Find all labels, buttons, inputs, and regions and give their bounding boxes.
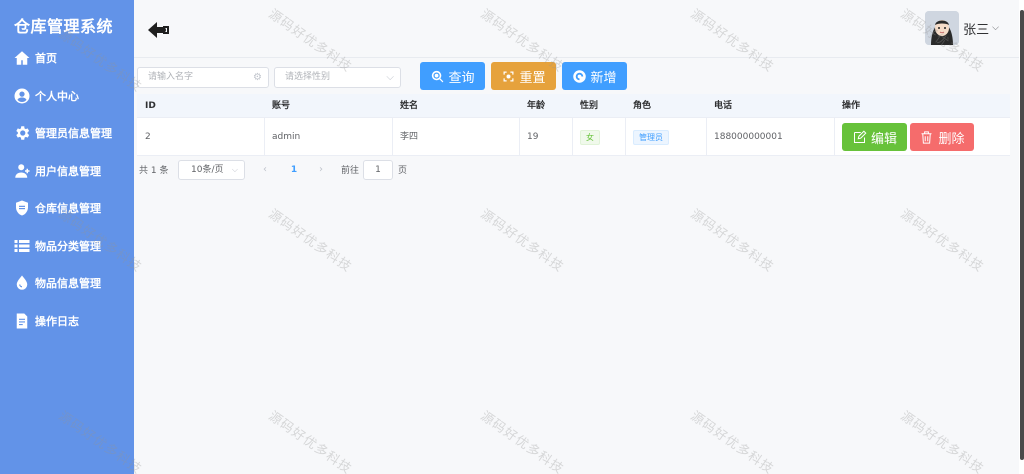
- column-header-actions: 操作: [842, 101, 861, 111]
- back-icon[interactable]: [147, 20, 171, 40]
- sidebar-item-label: 首页: [35, 52, 57, 65]
- query-button-label: 查询: [448, 70, 475, 86]
- column-header-role: 角色: [633, 101, 652, 111]
- user-name: 张三: [963, 22, 990, 38]
- edit-icon: [853, 130, 867, 143]
- edit-button-label: 编辑: [870, 131, 897, 147]
- scrollbar-thumb[interactable]: [1020, 10, 1024, 460]
- table-header: ID 账号 姓名 年龄 性别 角色 电话 操作: [137, 94, 1010, 118]
- gear-icon: [12, 123, 32, 143]
- search-icon: ⚙: [253, 72, 262, 83]
- cell-account: admin: [272, 132, 301, 142]
- table-row: 2 admin 李四 19 女 管理员 188000000001 编辑 删除: [137, 118, 1010, 156]
- reset-button-label: 重置: [519, 70, 546, 86]
- main-content: 张三 ⌵ 请输入名字 ⚙ 请选择性别 ⌵ 查询 重置 新增 ID 账号 姓名 年…: [134, 0, 1019, 474]
- cell-name: 李四: [400, 132, 419, 142]
- sidebar-item-goods-management[interactable]: 物品信息管理: [12, 271, 101, 295]
- jump-label: 前往: [341, 166, 360, 176]
- sidebar-item-label: 仓库信息管理: [35, 202, 101, 215]
- name-search-placeholder: 请输入名字: [148, 72, 194, 82]
- user-add-icon: [12, 161, 32, 181]
- home-icon: [12, 48, 32, 68]
- next-page-button[interactable]: ›: [311, 160, 331, 180]
- sidebar-item-warehouse-management[interactable]: 仓库信息管理: [12, 196, 101, 220]
- vertical-scrollbar[interactable]: [1019, 0, 1024, 474]
- role-tag: 管理员: [633, 130, 669, 145]
- user-menu[interactable]: 张三 ⌵: [925, 11, 999, 45]
- gender-select[interactable]: 请选择性别 ⌵: [274, 67, 401, 88]
- delete-button-label: 删除: [938, 131, 965, 147]
- search-icon: [432, 70, 444, 82]
- sidebar-item-label: 操作日志: [35, 315, 79, 328]
- add-button-label: 新增: [590, 70, 617, 86]
- reset-button[interactable]: 重置: [491, 62, 556, 90]
- name-search-input[interactable]: 请输入名字 ⚙: [137, 67, 269, 88]
- sidebar-item-category-management[interactable]: 物品分类管理: [12, 234, 101, 258]
- sidebar-item-operation-log[interactable]: 操作日志: [12, 309, 79, 333]
- current-page[interactable]: 1: [283, 160, 305, 180]
- cell-id: 2: [145, 132, 151, 142]
- prev-page-button[interactable]: ‹: [255, 160, 275, 180]
- query-button[interactable]: 查询: [420, 62, 485, 90]
- chevron-down-icon: ⌵: [231, 165, 238, 174]
- trash-icon: [921, 130, 932, 144]
- sidebar-item-home[interactable]: 首页: [12, 46, 57, 70]
- drop-icon: [12, 273, 32, 293]
- sidebar-item-label: 管理员信息管理: [35, 127, 112, 140]
- jump-unit: 页: [398, 166, 408, 176]
- sidebar-item-label: 物品信息管理: [35, 277, 101, 290]
- header: 张三 ⌵: [134, 0, 1019, 58]
- cell-phone: 188000000001: [714, 132, 783, 142]
- add-icon: [573, 69, 587, 83]
- cell-age: 19: [527, 132, 539, 142]
- column-header-name: 姓名: [400, 101, 419, 111]
- delete-button[interactable]: 删除: [910, 123, 974, 151]
- chevron-down-icon: ⌵: [386, 72, 394, 83]
- document-icon: [12, 311, 32, 331]
- app-title: 仓库管理系统: [14, 17, 114, 36]
- sidebar: 仓库管理系统 首页 个人中心 管理员信息管理 用户信息管理 仓库信息管理 物品分…: [0, 0, 134, 474]
- pagination: 共 1 条 10条/页 ⌵ ‹ 1 › 前往 1 页: [139, 160, 539, 182]
- gender-tag: 女: [580, 130, 600, 145]
- sidebar-item-personal-center[interactable]: 个人中心: [12, 84, 79, 108]
- add-button[interactable]: 新增: [562, 62, 627, 90]
- shield-icon: [12, 198, 32, 218]
- avatar: [925, 11, 960, 45]
- user-center-icon: [12, 86, 32, 106]
- sidebar-item-user-management[interactable]: 用户信息管理: [12, 159, 101, 183]
- column-header-id: ID: [145, 101, 156, 111]
- column-header-gender: 性别: [580, 101, 599, 111]
- sidebar-item-label: 个人中心: [35, 90, 79, 103]
- admin-table: ID 账号 姓名 年龄 性别 角色 电话 操作 2 admin 李四 19 女 …: [137, 94, 1010, 156]
- chevron-down-icon: ⌵: [992, 23, 999, 33]
- gender-select-placeholder: 请选择性别: [285, 72, 331, 82]
- sidebar-item-label: 用户信息管理: [35, 165, 101, 178]
- page-size-value: 10条/页: [191, 165, 224, 175]
- sidebar-item-label: 物品分类管理: [35, 240, 101, 253]
- list-icon: [12, 236, 32, 256]
- column-header-account: 账号: [272, 101, 291, 111]
- jump-page-input[interactable]: 1: [363, 160, 393, 180]
- column-header-age: 年龄: [527, 101, 546, 111]
- sidebar-item-admin-management[interactable]: 管理员信息管理: [12, 121, 112, 145]
- page-size-select[interactable]: 10条/页 ⌵: [178, 160, 245, 180]
- edit-button[interactable]: 编辑: [842, 123, 907, 151]
- column-header-phone: 电话: [714, 101, 733, 111]
- reset-icon: [503, 71, 514, 81]
- pagination-total: 共 1 条: [139, 166, 169, 176]
